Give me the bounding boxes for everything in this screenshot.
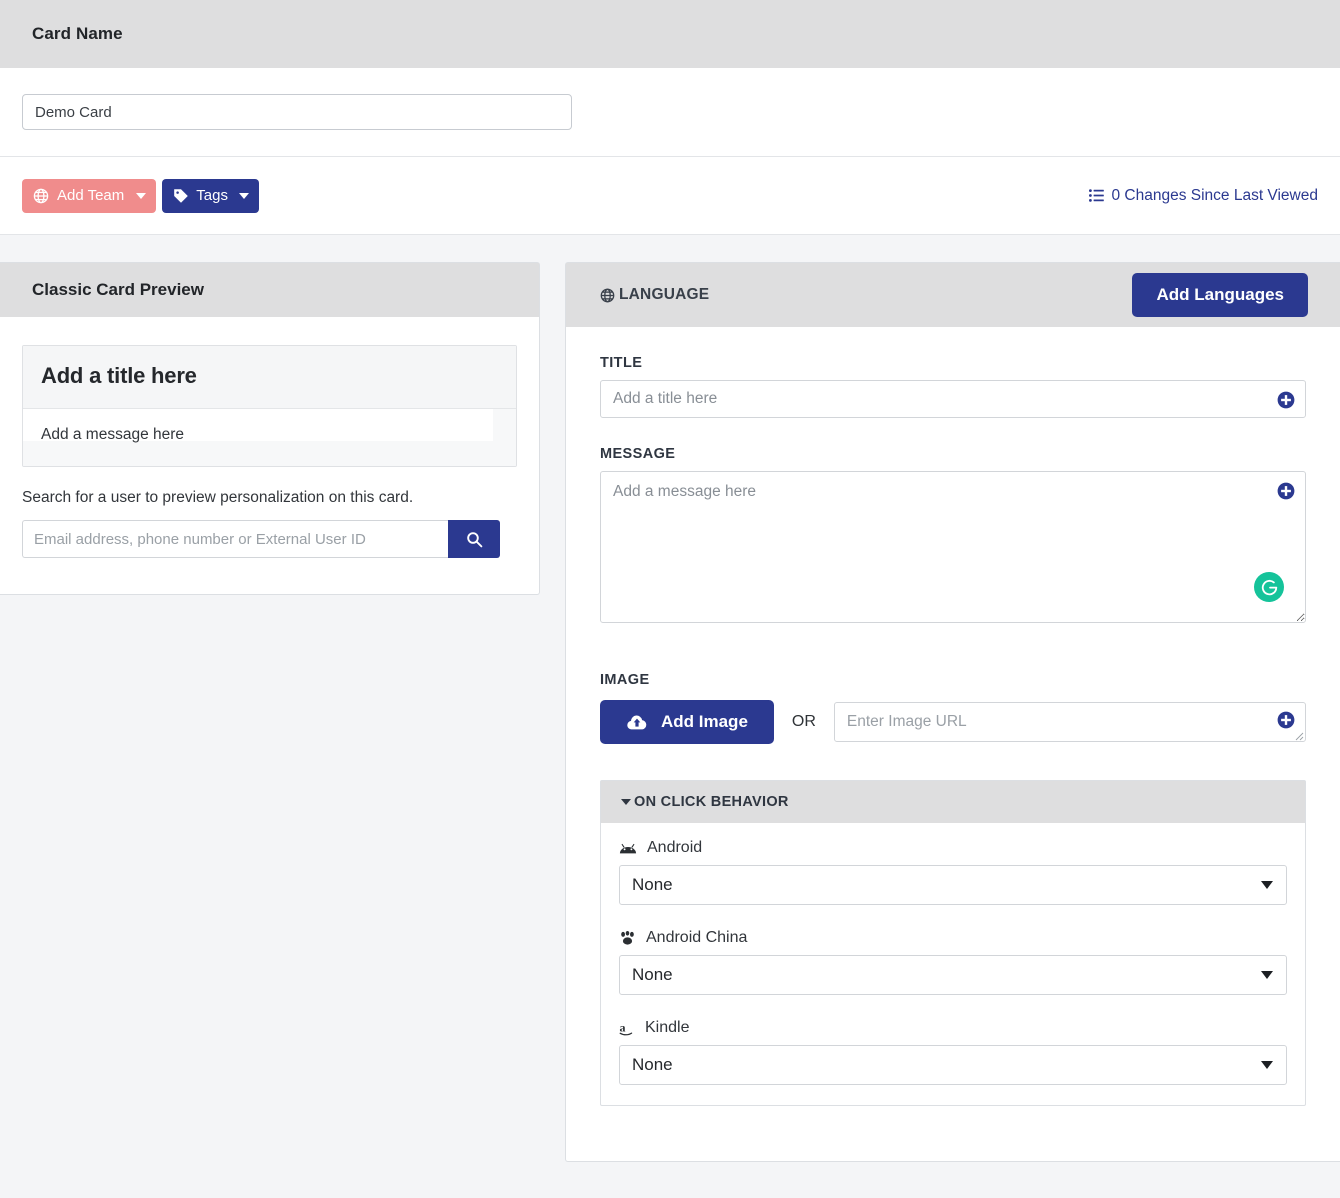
add-image-label: Add Image [661,712,748,731]
android-china-onclick-value: None [632,965,673,984]
android-china-onclick-select[interactable]: None [619,955,1287,995]
on-click-behavior-body: Android None Android China None a Kindle… [601,823,1305,1105]
card-name-input[interactable] [22,94,572,130]
platform-label-android-china: Android China [619,929,1287,947]
list-icon [1089,189,1105,202]
cloud-upload-icon [626,714,648,731]
add-team-label: Add Team [57,187,125,204]
message-textarea[interactable] [600,471,1306,623]
tags-button[interactable]: Tags [162,178,259,213]
preview-panel-body: Add a title here Add a message here Sear… [0,317,539,594]
card-preview-message-text: Add a message here [41,426,185,443]
preview-user-search-row [22,520,517,558]
card-preview-message: Add a message here [23,409,516,466]
card-name-input-row [0,68,1340,157]
add-personalization-image-url-icon[interactable] [1277,711,1295,729]
image-url-wrap [833,702,1306,742]
user-search-button[interactable] [448,520,500,558]
page-title: Card Name [32,24,123,43]
android-icon [619,843,637,854]
chevron-down-icon [238,192,249,199]
language-panel: LANGUAGE Add Languages TITLE MESSAGE [565,262,1340,1162]
kindle-onclick-select-wrap: None [619,1045,1287,1085]
kindle-onclick-select[interactable]: None [619,1045,1287,1085]
add-languages-button[interactable]: Add Languages [1132,273,1308,317]
changes-since-last-viewed-link[interactable]: 0 Changes Since Last Viewed [1089,187,1318,205]
message-field-label: MESSAGE [600,446,676,462]
platform-name-android-china: Android China [646,929,748,946]
platform-name-kindle: Kindle [645,1019,690,1036]
add-team-button[interactable]: Add Team [22,178,157,213]
triangle-down-icon [621,799,631,805]
image-url-input[interactable] [833,702,1306,742]
amazon-icon: a [619,1021,635,1036]
svg-text:a: a [620,1021,626,1034]
tag-icon [173,188,189,204]
preview-panel-title: Classic Card Preview [0,263,539,317]
add-personalization-message-icon[interactable] [1277,482,1295,500]
platform-label-android: Android [619,839,1287,857]
language-section-label-group: LANGUAGE [600,286,709,304]
android-onclick-value: None [632,875,673,894]
grammarly-icon[interactable] [1254,572,1284,602]
android-onclick-select-wrap: None [619,865,1287,905]
title-input-wrap [600,380,1306,418]
main-content: Classic Card Preview Add a title here Ad… [0,235,1340,1162]
on-click-behavior-header[interactable]: ON CLICK BEHAVIOR [601,781,1305,823]
language-panel-body: TITLE MESSAGE [566,327,1340,1136]
title-field-label: TITLE [600,355,643,371]
language-section-label: LANGUAGE [619,286,710,303]
card-toolbar: Add Team Tags 0 Changes Since Last Viewe… [0,157,1340,235]
add-personalization-title-icon[interactable] [1277,391,1295,409]
add-image-button[interactable]: Add Image [600,700,774,744]
changes-label: 0 Changes Since Last Viewed [1111,186,1318,204]
platform-name-android: Android [647,839,703,856]
globe-icon [33,188,49,204]
language-panel-header: LANGUAGE Add Languages [566,263,1340,327]
android-china-onclick-select-wrap: None [619,955,1287,995]
globe-icon [600,288,615,303]
user-search-input[interactable] [22,520,448,558]
preview-search-help-text: Search for a user to preview personaliza… [22,489,414,506]
message-input-wrap [600,471,1306,628]
image-row: Add Image OR [600,700,1306,744]
chevron-down-icon [136,192,147,199]
title-input[interactable] [600,380,1306,418]
paw-icon [619,931,636,945]
or-label: OR [791,713,816,730]
classic-card-preview-panel: Classic Card Preview Add a title here Ad… [0,262,540,595]
card-name-header: Card Name [0,0,1340,68]
toolbar-buttons: Add Team Tags [22,178,259,213]
card-preview: Add a title here Add a message here [22,345,517,467]
kindle-onclick-value: None [632,1055,673,1074]
platform-label-kindle: a Kindle [619,1019,1287,1037]
android-onclick-select[interactable]: None [619,865,1287,905]
image-field-label: IMAGE [600,672,650,688]
tags-label: Tags [196,187,228,204]
on-click-behavior-section: ON CLICK BEHAVIOR Android None Android C… [600,780,1306,1106]
on-click-behavior-label: ON CLICK BEHAVIOR [634,794,789,810]
card-preview-title: Add a title here [23,346,516,409]
search-icon [466,531,483,548]
